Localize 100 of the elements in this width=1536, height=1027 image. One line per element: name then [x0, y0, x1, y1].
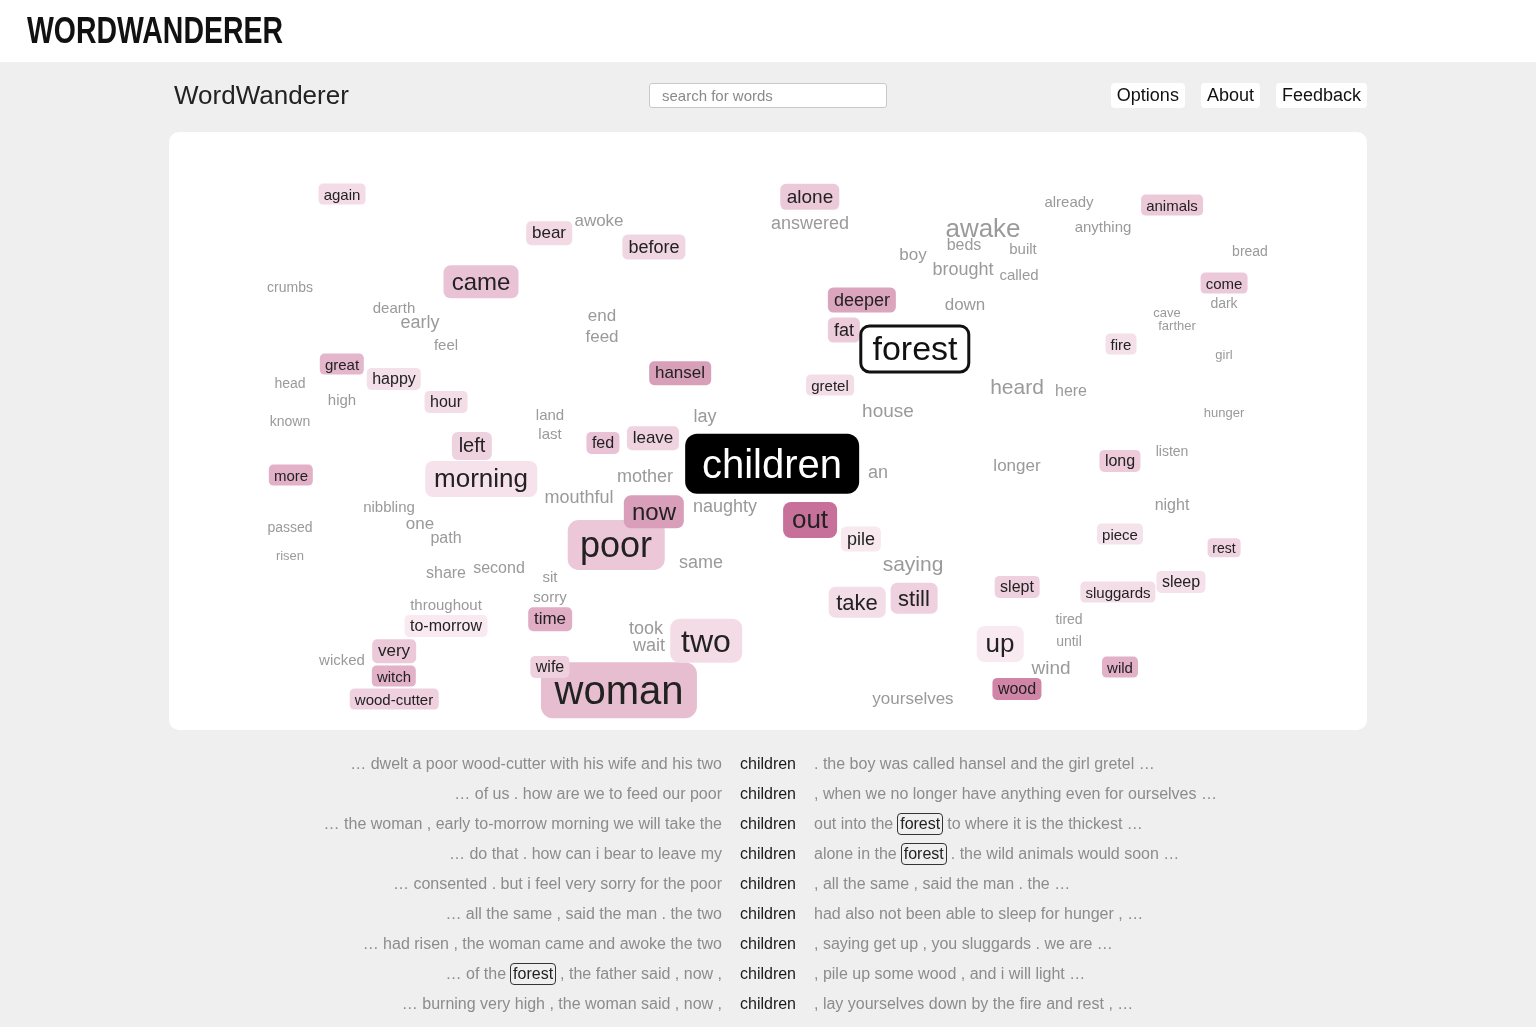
word-tag[interactable]: wife	[530, 655, 570, 679]
word-tag[interactable]: pile	[840, 526, 882, 552]
word-tag[interactable]: up	[976, 625, 1024, 663]
word-tag[interactable]: happy	[366, 367, 422, 391]
word-tag[interactable]: come	[1200, 272, 1248, 294]
outlined-word[interactable]: forest	[859, 324, 971, 374]
faint-word[interactable]: high	[327, 391, 357, 409]
word-tag[interactable]: bear	[526, 221, 572, 245]
faint-word[interactable]: sit	[542, 568, 558, 586]
word-tag[interactable]: still	[890, 582, 938, 614]
word-tag[interactable]: before	[622, 234, 686, 260]
faint-word[interactable]: mother	[617, 465, 673, 487]
word-tag[interactable]: wild	[1102, 656, 1138, 678]
faint-word[interactable]: last	[538, 425, 562, 443]
faint-word[interactable]: girl	[1215, 347, 1233, 363]
word-tag[interactable]: fat	[827, 317, 861, 343]
faint-word[interactable]: end	[587, 306, 617, 326]
faint-word[interactable]: answered	[771, 212, 849, 234]
faint-word[interactable]: crumbs	[267, 278, 313, 296]
faint-word[interactable]: wicked	[319, 651, 365, 669]
word-tag[interactable]: very	[372, 639, 416, 663]
word-tag[interactable]: to-morrow	[404, 614, 488, 638]
search-field[interactable]: search for words	[649, 83, 887, 108]
word-tag[interactable]: gretel	[806, 374, 854, 396]
word-tag[interactable]: now	[623, 495, 685, 529]
faint-word[interactable]: saying	[882, 551, 944, 577]
faint-word[interactable]: listen	[1155, 442, 1189, 460]
word-tag[interactable]: witch	[371, 665, 417, 687]
faint-word[interactable]: already	[1044, 193, 1094, 211]
word-tag[interactable]: piece	[1097, 523, 1143, 545]
faint-word[interactable]: here	[1055, 381, 1087, 401]
faint-word[interactable]: brought	[932, 258, 994, 280]
faint-word[interactable]: head	[274, 374, 306, 392]
word-tag[interactable]: again	[318, 183, 366, 205]
word-tag[interactable]: rest	[1207, 538, 1241, 558]
faint-word[interactable]: wind	[1031, 657, 1071, 679]
faint-word[interactable]: known	[269, 412, 311, 430]
faint-word[interactable]: naughty	[692, 495, 758, 517]
faint-word[interactable]: cave	[1153, 305, 1181, 321]
word-tag[interactable]: fire	[1105, 333, 1137, 355]
word-tag[interactable]: hansel	[649, 361, 711, 385]
word-tag[interactable]: hour	[424, 390, 468, 414]
faint-word[interactable]: until	[1056, 632, 1082, 650]
faint-word[interactable]: heard	[990, 374, 1044, 400]
faint-word[interactable]: feel	[433, 336, 459, 354]
word-tag[interactable]: out	[783, 501, 837, 539]
nav-button[interactable]: About	[1200, 83, 1260, 108]
word-tag[interactable]: deeper	[827, 287, 897, 313]
word-tag[interactable]: sluggards	[1080, 581, 1156, 603]
faint-word[interactable]: lay	[693, 405, 717, 427]
faint-word[interactable]: bread	[1232, 242, 1268, 260]
faint-word[interactable]: passed	[267, 518, 313, 536]
faint-word[interactable]: an	[868, 461, 888, 483]
word-tag[interactable]: leave	[626, 426, 680, 450]
faint-word[interactable]: yourselves	[872, 689, 954, 709]
faint-word[interactable]: dearth	[372, 299, 416, 317]
word-tag[interactable]: time	[528, 607, 572, 631]
word-tag[interactable]: long	[1099, 449, 1141, 473]
selected-word[interactable]: children	[685, 433, 859, 495]
faint-word[interactable]: night	[1154, 495, 1190, 515]
context-text: , saying get up , you sluggards . we are …	[814, 935, 1113, 953]
faint-word[interactable]: longer	[993, 456, 1041, 476]
faint-word[interactable]: down	[944, 295, 986, 315]
word-tag[interactable]: two	[670, 618, 742, 664]
faint-word[interactable]: risen	[275, 548, 305, 564]
word-tag[interactable]: slept	[994, 575, 1040, 599]
word-tag[interactable]: sleep	[1156, 570, 1206, 594]
word-tag[interactable]: poor	[567, 520, 665, 570]
word-tag[interactable]: morning	[425, 460, 537, 498]
word-tag[interactable]: take	[828, 586, 886, 618]
faint-word[interactable]: dark	[1210, 294, 1238, 312]
faint-word[interactable]: called	[999, 266, 1039, 284]
word-tag[interactable]: animals	[1141, 194, 1203, 216]
faint-word[interactable]: sorry	[533, 588, 567, 606]
word-tag[interactable]: wood	[992, 677, 1042, 701]
faint-word[interactable]: farther	[1158, 318, 1196, 334]
nav-button[interactable]: Feedback	[1275, 83, 1367, 108]
word-tag[interactable]: alone	[780, 183, 840, 211]
faint-word[interactable]: mouthful	[544, 486, 614, 508]
faint-word[interactable]: same	[679, 551, 723, 573]
word-tag[interactable]: left	[451, 432, 493, 460]
faint-word[interactable]: second	[473, 558, 525, 578]
faint-word[interactable]: tired	[1055, 610, 1083, 628]
nav-button[interactable]: Options	[1110, 83, 1185, 108]
faint-word[interactable]: share	[426, 563, 466, 583]
word-tag[interactable]: fed	[586, 431, 620, 455]
word-tag[interactable]: great	[319, 353, 365, 375]
word-tag[interactable]: wood-cutter	[349, 688, 439, 710]
word-tag[interactable]: more	[268, 464, 314, 486]
faint-word[interactable]: throughout	[410, 596, 482, 614]
faint-word[interactable]: anything	[1074, 218, 1132, 236]
faint-word[interactable]: house	[862, 400, 914, 422]
faint-word[interactable]: hunger	[1203, 405, 1245, 421]
faint-word[interactable]: nibbling	[363, 498, 415, 516]
word-tag[interactable]: came	[443, 265, 519, 299]
faint-word[interactable]: land	[535, 406, 565, 424]
faint-word[interactable]: awoke	[574, 211, 624, 231]
faint-word[interactable]: feed	[585, 327, 619, 347]
faint-word[interactable]: boy	[899, 245, 927, 265]
faint-word[interactable]: built	[1009, 240, 1037, 258]
